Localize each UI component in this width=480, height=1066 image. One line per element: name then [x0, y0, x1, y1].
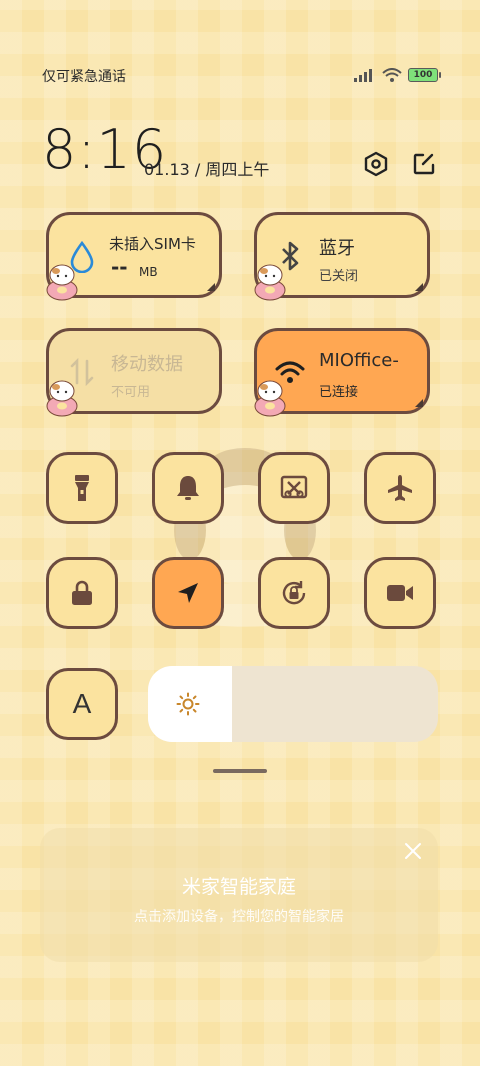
settings-button[interactable]	[362, 150, 390, 178]
silent-toggle[interactable]	[152, 452, 224, 524]
gear-icon	[364, 151, 388, 177]
carrier-status: 仅可紧急通话	[42, 69, 126, 85]
lock-icon	[72, 580, 92, 605]
close-icon[interactable]	[402, 840, 424, 862]
edit-icon	[413, 153, 435, 175]
hamster-donut-sticker	[254, 264, 286, 301]
tile-corner	[207, 283, 215, 291]
battery-icon: 100	[408, 68, 441, 82]
wifi-status: 已连接	[319, 385, 359, 400]
wifi-network-name: MIOffice-	[319, 350, 399, 371]
bluetooth-tile[interactable]: 蓝牙 已关闭	[254, 212, 430, 301]
status-icons: 100	[354, 68, 441, 82]
wifi-icon	[382, 68, 402, 82]
rotation-lock-toggle[interactable]	[258, 557, 330, 629]
location-toggle[interactable]	[152, 557, 224, 629]
screen-recorder-toggle[interactable]	[364, 557, 436, 629]
auto-brightness-toggle[interactable]: A	[46, 668, 118, 740]
hamster-donut-sticker	[46, 380, 78, 417]
flashlight-icon	[75, 475, 89, 501]
wifi-tile[interactable]: MIOffice- 已连接	[254, 328, 430, 417]
edit-button[interactable]	[410, 150, 438, 178]
mobile-data-status: 不可用	[111, 385, 151, 400]
flashlight-toggle[interactable]	[46, 452, 118, 524]
signal-icon	[354, 69, 372, 82]
hamster-donut-sticker	[254, 380, 286, 417]
screenshot-icon	[280, 475, 308, 499]
lock-screen-toggle[interactable]	[46, 557, 118, 629]
sim-status-label: 未插入SIM卡	[109, 235, 196, 253]
airplane-icon	[388, 475, 412, 501]
tile-corner	[415, 283, 423, 291]
smart-home-subtitle: 点击添加设备，控制您的智能家居	[134, 909, 344, 925]
auto-brightness-label: A	[72, 688, 92, 719]
location-icon	[178, 583, 198, 603]
airplane-mode-toggle[interactable]	[364, 452, 436, 524]
bluetooth-status: 已关闭	[319, 269, 359, 284]
data-usage-unit: MB	[139, 265, 158, 279]
smart-home-title: 米家智能家庭	[181, 876, 296, 898]
data-usage-tile[interactable]: 未插入SIM卡 -- MB	[46, 212, 222, 301]
smart-home-card[interactable]: 米家智能家庭 点击添加设备，控制您的智能家居	[40, 828, 438, 962]
hamster-donut-sticker	[46, 264, 78, 301]
date-label: 01.13 / 周四上午	[144, 160, 270, 179]
data-usage-value: --	[111, 255, 128, 279]
rotation-lock-icon	[282, 581, 306, 605]
panel-drag-handle[interactable]	[213, 769, 267, 773]
tile-corner	[415, 399, 423, 407]
brightness-slider[interactable]	[148, 666, 438, 742]
bell-icon	[177, 476, 199, 500]
mobile-data-tile[interactable]: 移动数据 不可用	[46, 328, 222, 417]
video-camera-icon	[387, 585, 413, 601]
bluetooth-label: 蓝牙	[319, 238, 355, 259]
screenshot-toggle[interactable]	[258, 452, 330, 524]
sun-icon	[176, 692, 200, 716]
mobile-data-label: 移动数据	[111, 354, 183, 375]
